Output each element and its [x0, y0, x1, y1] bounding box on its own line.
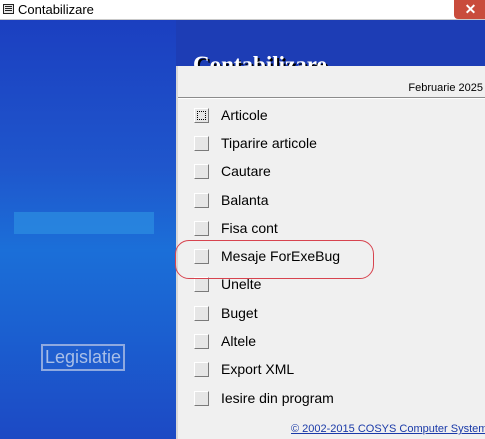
menu-button-icon[interactable] — [194, 221, 209, 236]
legislatie-button[interactable]: Legislatie — [41, 344, 125, 371]
menu-item-label: Balanta — [221, 192, 269, 208]
menu-item-label: Articole — [221, 107, 268, 123]
menu-item-label: Fisa cont — [221, 220, 278, 236]
menu-item-label: Altele — [221, 333, 257, 349]
menu-button-icon[interactable] — [194, 164, 209, 179]
menu-item-label: Export XML — [221, 361, 295, 377]
copyright-link[interactable]: © 2002-2015 COSYS Computer Systems — [291, 423, 485, 435]
menu-button-icon[interactable] — [194, 362, 209, 377]
menu-button-icon[interactable] — [194, 193, 209, 208]
decorative-bar — [14, 212, 154, 234]
menu-item-label: Iesire din program — [221, 390, 334, 406]
divider — [178, 97, 485, 99]
menu-button-icon[interactable] — [194, 277, 209, 292]
menu-button-icon[interactable] — [194, 334, 209, 349]
menu-button-icon[interactable] — [194, 306, 209, 321]
menu-item-label: Cautare — [221, 163, 271, 179]
left-panel — [0, 20, 176, 439]
close-button[interactable]: ✕ — [454, 0, 485, 19]
menu-button-icon[interactable] — [194, 108, 209, 123]
menu-item-label: Tiparire articole — [221, 135, 317, 151]
current-date: Februarie 2025 — [408, 82, 483, 94]
title-bar: Contabilizare ✕ — [0, 0, 485, 20]
app-icon — [3, 4, 14, 14]
menu-button-icon[interactable] — [194, 391, 209, 406]
menu-item-label: Buget — [221, 305, 258, 321]
menu-button-icon[interactable] — [194, 136, 209, 151]
highlight-annotation — [175, 240, 374, 279]
window-title: Contabilizare — [18, 2, 94, 17]
